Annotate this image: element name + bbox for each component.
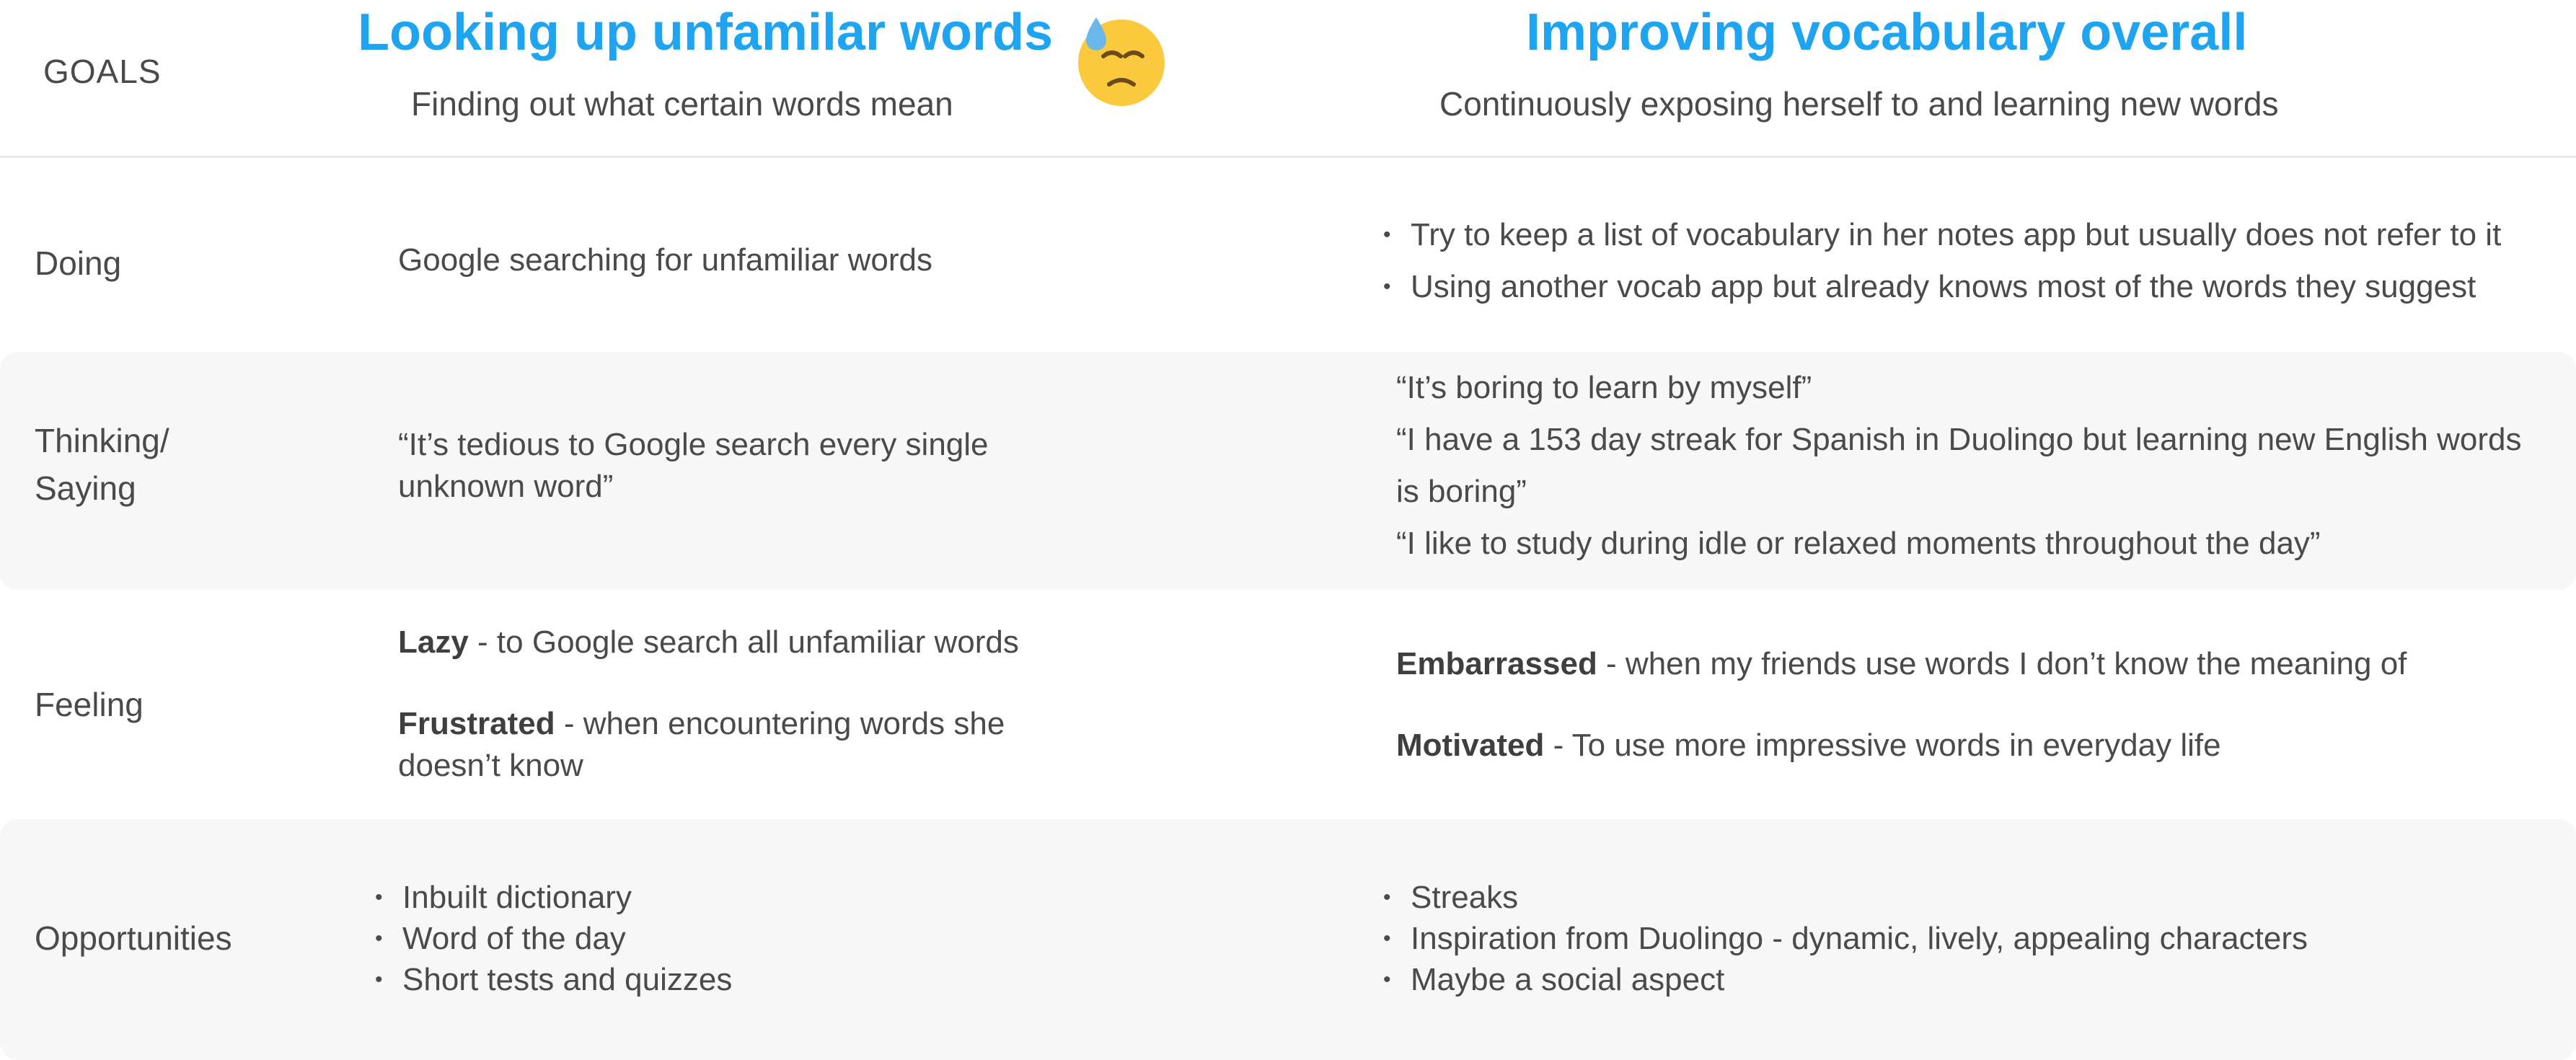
quote-line: “It’s tedious to Google search every sin… xyxy=(398,427,989,462)
quote-line: “It’s boring to learn by myself” xyxy=(1396,370,1812,405)
feeling-item: Lazy - to Google search all unfamiliar w… xyxy=(398,622,1019,663)
list-item: Inbuilt dictionary xyxy=(375,877,732,918)
goal-1-subtitle: Finding out what certain words mean xyxy=(411,85,953,123)
feeling-desc: - when encountering words she xyxy=(555,706,1005,741)
goals-label: GOALS xyxy=(43,53,162,90)
opportunities-goal-1-list: Inbuilt dictionary Word of the day Short… xyxy=(375,877,732,1000)
quote-line: “I have a 153 day streak for Spanish in … xyxy=(1396,422,2522,457)
header-divider xyxy=(0,156,2576,158)
feeling-item: Frustrated - when encountering words she xyxy=(398,703,1019,745)
feeling-item: Motivated - To use more impressive words… xyxy=(1396,725,2407,767)
row-label-doing: Doing xyxy=(35,244,122,282)
feeling-goal-2: Embarrassed - when my friends use words … xyxy=(1396,643,2407,767)
quote-line: unknown word” xyxy=(398,469,614,504)
row-label-line: Saying xyxy=(35,469,136,507)
feeling-item: Embarrassed - when my friends use words … xyxy=(1396,643,2407,685)
downcast-face-with-sweat-icon xyxy=(1075,14,1168,108)
feeling-goal-1: Lazy - to Google search all unfamiliar w… xyxy=(398,622,1019,787)
feeling-desc: - To use more impressive words in everyd… xyxy=(1544,728,2221,763)
opportunities-goal-2-list: Streaks Inspiration from Duolingo - dyna… xyxy=(1383,877,2308,1000)
row-label-thinking: Thinking/ Saying xyxy=(35,417,169,512)
feeling-term: Embarrassed xyxy=(1396,646,1597,681)
quote-line: is boring” xyxy=(1396,474,1527,509)
row-label-feeling: Feeling xyxy=(35,686,144,723)
list-item: Word of the day xyxy=(375,918,732,959)
feeling-term: Frustrated xyxy=(398,706,555,741)
doing-goal-1: Google searching for unfamiliar words xyxy=(398,242,933,278)
goal-2-title: Improving vocabulary overall xyxy=(1526,4,2248,61)
quote-line: “I like to study during idle or relaxed … xyxy=(1396,526,2321,561)
list-item: Short tests and quizzes xyxy=(375,959,732,1000)
goal-1-title: Looking up unfamilar words xyxy=(358,4,1054,61)
feeling-desc: - when my friends use words I don’t know… xyxy=(1597,646,2407,681)
list-item: Streaks xyxy=(1383,877,2308,918)
goal-2-subtitle: Continuously exposing herself to and lea… xyxy=(1439,85,2279,123)
feeling-desc-cont: doesn’t know xyxy=(398,748,583,783)
doing-goal-2-list: Try to keep a list of vocabulary in her … xyxy=(1383,209,2501,313)
feeling-term: Lazy xyxy=(398,624,469,660)
thinking-goal-1: “It’s tedious to Google search every sin… xyxy=(398,424,989,508)
row-label-line: Thinking/ xyxy=(35,422,169,459)
list-item: Inspiration from Duolingo - dynamic, liv… xyxy=(1383,918,2308,959)
row-label-opportunities: Opportunities xyxy=(35,919,232,957)
thinking-goal-2: “It’s boring to learn by myself” “I have… xyxy=(1396,362,2521,570)
list-item: Using another vocab app but already know… xyxy=(1383,261,2501,313)
feeling-desc: - to Google search all unfamiliar words xyxy=(468,624,1019,660)
feeling-term: Motivated xyxy=(1396,728,1545,763)
list-item: Try to keep a list of vocabulary in her … xyxy=(1383,209,2501,261)
list-item: Maybe a social aspect xyxy=(1383,959,2308,1000)
